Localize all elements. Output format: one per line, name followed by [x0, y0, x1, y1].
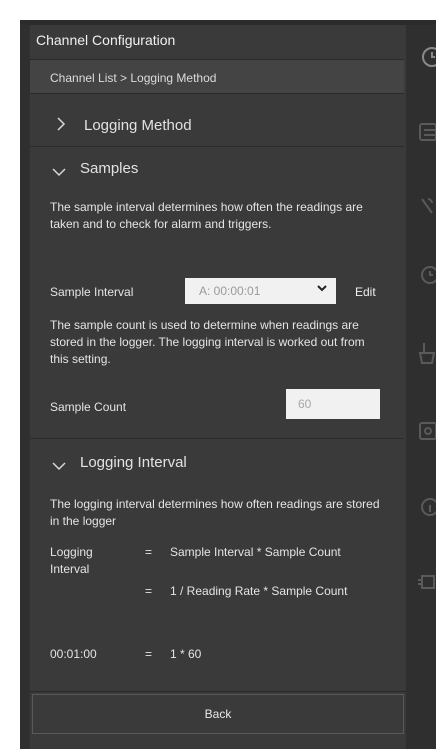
card-icon[interactable]	[416, 120, 436, 144]
chevron-right-icon	[56, 116, 66, 135]
right-icon-rail	[406, 25, 436, 749]
chip-icon[interactable]	[416, 570, 436, 594]
chevron-down-icon[interactable]	[52, 456, 66, 475]
panel-title: Channel Configuration	[36, 32, 176, 48]
breadcrumb[interactable]: Channel List > Logging Method	[30, 59, 404, 94]
sample-interval-description: The sample interval determines how often…	[50, 200, 363, 231]
logging-interval-description: The logging interval determines how ofte…	[50, 497, 380, 528]
sample-count-input[interactable]: 60	[286, 389, 380, 419]
broom-icon[interactable]	[416, 341, 436, 365]
app-frame: Channel Configuration Channel List > Log…	[0, 0, 436, 749]
result-op: =	[145, 647, 153, 661]
gear-icon[interactable]	[416, 419, 436, 443]
section-label[interactable]: Samples	[80, 160, 138, 177]
edit-button[interactable]: Edit	[355, 285, 376, 299]
wrench-icon[interactable]	[416, 195, 436, 219]
back-button[interactable]: Back	[32, 694, 404, 734]
sample-interval-select[interactable]: A: 00:00:01	[185, 278, 336, 304]
chevron-down-icon[interactable]	[52, 162, 66, 181]
equation-op-2: =	[145, 584, 153, 598]
sample-interval-label: Sample Interval	[50, 285, 134, 299]
section-label: Logging Method	[84, 117, 192, 134]
sample-count-label: Sample Count	[50, 400, 127, 414]
alarm-icon[interactable]	[416, 263, 436, 287]
footer: Back	[30, 691, 406, 749]
equation-op-1: =	[145, 545, 153, 559]
equation-left-2: Interval	[50, 562, 90, 576]
sample-interval-value: A: 00:00:01	[199, 284, 261, 298]
result-rhs: 1 * 60	[170, 647, 202, 661]
section-logging-method[interactable]: Logging Method	[30, 105, 404, 147]
equation-rhs-2: 1 / Reading Rate * Sample Count	[170, 584, 348, 598]
section-samples: Samples The sample interval determines h…	[30, 149, 404, 439]
equation-left-1: Logging	[50, 545, 93, 559]
section-logging-interval: Logging Interval The logging interval de…	[30, 440, 404, 690]
clock-icon[interactable]	[416, 45, 436, 69]
equation-rhs-1: Sample Interval * Sample Count	[170, 545, 341, 559]
channel-config-panel: Channel Configuration Channel List > Log…	[30, 25, 406, 749]
sample-count-description: The sample count is used to determine wh…	[50, 318, 365, 366]
section-label[interactable]: Logging Interval	[80, 454, 187, 471]
left-strip	[20, 25, 30, 749]
info-icon[interactable]	[416, 495, 436, 519]
chevron-down-icon	[316, 282, 328, 297]
result-left: 00:01:00	[50, 647, 97, 661]
